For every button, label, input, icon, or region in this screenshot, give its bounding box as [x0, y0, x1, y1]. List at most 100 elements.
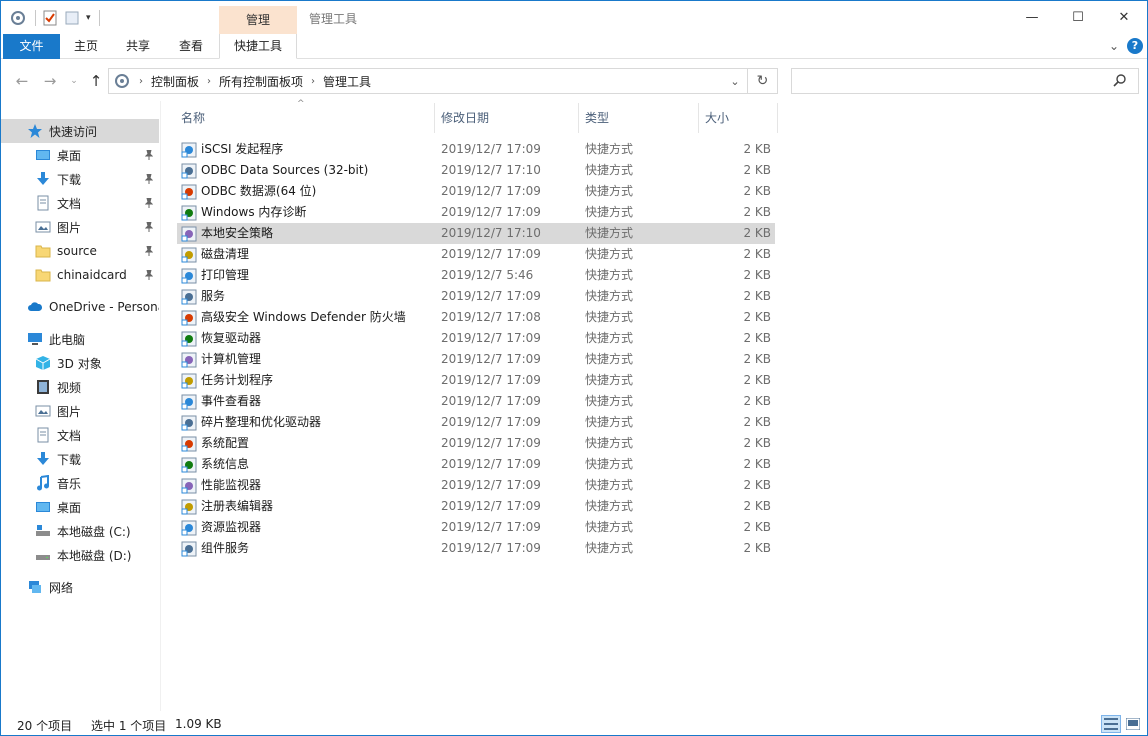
- file-size: 2 KB: [743, 541, 771, 555]
- close-button[interactable]: ✕: [1101, 1, 1147, 34]
- breadcrumb-admin-tools[interactable]: 管理工具: [323, 73, 371, 90]
- minimize-button[interactable]: —: [1009, 1, 1055, 34]
- search-input[interactable]: [798, 69, 1108, 93]
- breadcrumb-all-items[interactable]: 所有控制面板项: [219, 73, 303, 90]
- table-row[interactable]: 本地安全策略 2019/12/7 17:10 快捷方式 2 KB: [177, 223, 775, 244]
- table-row[interactable]: 系统信息 2019/12/7 17:09 快捷方式 2 KB: [177, 454, 775, 475]
- maximize-button[interactable]: ☐: [1055, 1, 1101, 34]
- table-row[interactable]: iSCSI 发起程序 2019/12/7 17:09 快捷方式 2 KB: [177, 139, 775, 160]
- file-type: 快捷方式: [585, 499, 634, 513]
- nav-item-music[interactable]: 音乐: [1, 471, 159, 495]
- customize-toolbar-chevron-icon[interactable]: ▾: [86, 13, 91, 23]
- nav-item-downloads-pc[interactable]: 下载: [1, 447, 159, 471]
- recovery-drive-icon: [181, 331, 197, 347]
- nav-this-pc[interactable]: 此电脑: [1, 327, 159, 351]
- address-bar[interactable]: › 控制面板 › 所有控制面板项 › 管理工具 ⌄ ↻: [108, 68, 778, 94]
- table-row[interactable]: 任务计划程序 2019/12/7 17:09 快捷方式 2 KB: [177, 370, 775, 391]
- column-header-size[interactable]: 大小: [701, 103, 775, 133]
- nav-label: OneDrive - Persona: [49, 300, 159, 314]
- breadcrumb-control-panel[interactable]: 控制面板: [151, 73, 199, 90]
- table-row[interactable]: 事件查看器 2019/12/7 17:09 快捷方式 2 KB: [177, 391, 775, 412]
- back-arrow-icon[interactable]: ←: [11, 70, 33, 92]
- table-row[interactable]: 服务 2019/12/7 17:09 快捷方式 2 KB: [177, 286, 775, 307]
- file-size: 2 KB: [743, 478, 771, 492]
- table-row[interactable]: ODBC 数据源(64 位) 2019/12/7 17:09 快捷方式 2 KB: [177, 181, 775, 202]
- table-row[interactable]: 磁盘清理 2019/12/7 17:09 快捷方式 2 KB: [177, 244, 775, 265]
- search-icon[interactable]: [1112, 73, 1128, 89]
- nav-item-desktop[interactable]: 桌面: [1, 143, 159, 167]
- file-name: ODBC 数据源(64 位): [201, 184, 317, 198]
- nav-item-chinaidcard[interactable]: chinaidcard: [1, 263, 159, 287]
- tab-view[interactable]: 查看: [172, 34, 210, 59]
- column-header-type[interactable]: 类型: [581, 103, 697, 133]
- table-row[interactable]: 系统配置 2019/12/7 17:09 快捷方式 2 KB: [177, 433, 775, 454]
- properties-icon[interactable]: [42, 10, 58, 26]
- up-arrow-icon[interactable]: ↑: [85, 70, 107, 92]
- table-row[interactable]: ODBC Data Sources (32-bit) 2019/12/7 17:1…: [177, 160, 775, 181]
- table-row[interactable]: 恢复驱动器 2019/12/7 17:09 快捷方式 2 KB: [177, 328, 775, 349]
- table-row[interactable]: Windows 内存诊断 2019/12/7 17:09 快捷方式 2 KB: [177, 202, 775, 223]
- tab-file[interactable]: 文件: [3, 34, 60, 59]
- pin-icon[interactable]: [145, 222, 153, 232]
- file-modified-date: 2019/12/7 17:10: [441, 226, 541, 240]
- table-row[interactable]: 性能监视器 2019/12/7 17:09 快捷方式 2 KB: [177, 475, 775, 496]
- file-name: iSCSI 发起程序: [201, 142, 284, 156]
- pin-icon[interactable]: [145, 246, 153, 256]
- new-folder-icon[interactable]: [64, 10, 80, 26]
- file-type: 快捷方式: [585, 163, 634, 177]
- control-panel-icon[interactable]: [9, 9, 27, 27]
- nav-item-videos[interactable]: 视频: [1, 375, 159, 399]
- column-divider[interactable]: [434, 103, 435, 133]
- table-row[interactable]: 组件服务 2019/12/7 17:09 快捷方式 2 KB: [177, 538, 775, 559]
- large-icons-view-button[interactable]: [1123, 715, 1143, 733]
- tab-home[interactable]: 主页: [67, 34, 105, 59]
- table-row[interactable]: 资源监视器 2019/12/7 17:09 快捷方式 2 KB: [177, 517, 775, 538]
- nav-item-drive-d[interactable]: 本地磁盘 (D:): [1, 543, 159, 567]
- nav-label: 音乐: [57, 476, 82, 491]
- refresh-icon[interactable]: ↻: [747, 69, 777, 93]
- column-divider[interactable]: [777, 103, 778, 133]
- nav-network[interactable]: 网络: [1, 575, 159, 599]
- nav-item-3d-objects[interactable]: 3D 对象: [1, 351, 159, 375]
- nav-item-drive-c[interactable]: 本地磁盘 (C:): [1, 519, 159, 543]
- tab-share[interactable]: 共享: [119, 34, 157, 59]
- pin-icon[interactable]: [145, 150, 153, 160]
- help-icon[interactable]: ?: [1127, 38, 1143, 54]
- address-dropdown-icon[interactable]: ⌄: [723, 69, 747, 93]
- nav-item-documents-pc[interactable]: 文档: [1, 423, 159, 447]
- nav-label: 3D 对象: [57, 356, 102, 371]
- cube-icon: [35, 356, 51, 370]
- pin-icon[interactable]: [145, 174, 153, 184]
- nav-onedrive[interactable]: OneDrive - Persona: [1, 295, 159, 319]
- table-row[interactable]: 碎片整理和优化驱动器 2019/12/7 17:09 快捷方式 2 KB: [177, 412, 775, 433]
- nav-item-desktop-pc[interactable]: 桌面: [1, 495, 159, 519]
- column-header-date[interactable]: 修改日期: [437, 103, 577, 133]
- tab-shortcut-tools[interactable]: 快捷工具: [219, 34, 297, 59]
- column-divider[interactable]: [578, 103, 579, 133]
- details-view-button[interactable]: [1101, 715, 1121, 733]
- pin-icon[interactable]: [145, 198, 153, 208]
- nav-item-downloads[interactable]: 下载: [1, 167, 159, 191]
- control-panel-icon: [115, 74, 129, 88]
- search-box[interactable]: [791, 68, 1139, 94]
- table-row[interactable]: 高级安全 Windows Defender 防火墙 2019/12/7 17:08…: [177, 307, 775, 328]
- file-type: 快捷方式: [585, 142, 634, 156]
- table-row[interactable]: 计算机管理 2019/12/7 17:09 快捷方式 2 KB: [177, 349, 775, 370]
- pictures-icon: [35, 405, 51, 417]
- column-header-name[interactable]: 名称: [177, 103, 433, 133]
- system-config-icon: [181, 436, 197, 452]
- table-row[interactable]: 打印管理 2019/12/7 5:46 快捷方式 2 KB: [177, 265, 775, 286]
- column-divider[interactable]: [698, 103, 699, 133]
- nav-item-source[interactable]: source: [1, 239, 159, 263]
- recent-locations-chevron-icon[interactable]: ⌄: [63, 70, 85, 92]
- table-row[interactable]: 注册表编辑器 2019/12/7 17:09 快捷方式 2 KB: [177, 496, 775, 517]
- nav-quick-access[interactable]: 快速访问: [1, 119, 159, 143]
- nav-item-pictures[interactable]: 图片: [1, 215, 159, 239]
- pin-icon[interactable]: [145, 270, 153, 280]
- expand-ribbon-chevron-icon[interactable]: ⌄: [1109, 39, 1119, 53]
- desktop-icon: [36, 502, 50, 512]
- large-icons-view-icon: [1126, 718, 1140, 730]
- nav-item-documents[interactable]: 文档: [1, 191, 159, 215]
- forward-arrow-icon[interactable]: →: [39, 70, 61, 92]
- nav-item-pictures-pc[interactable]: 图片: [1, 399, 159, 423]
